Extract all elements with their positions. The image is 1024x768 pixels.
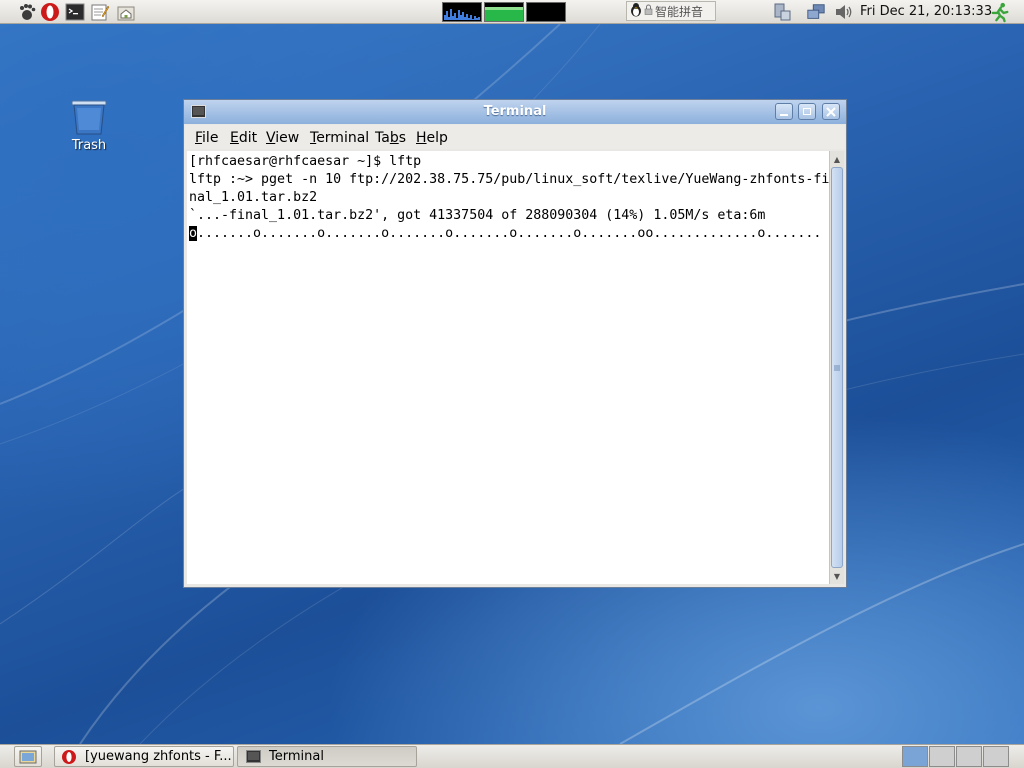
volume-icon[interactable]	[834, 2, 854, 22]
menu-view[interactable]: View	[266, 130, 299, 146]
lock-icon	[644, 4, 653, 18]
maximize-icon	[803, 108, 811, 115]
terminal-line: [rhfcaesar@rhfcaesar ~]$ lftp	[189, 154, 422, 169]
logout-running-man-icon[interactable]	[990, 2, 1010, 23]
grip-icon	[834, 365, 840, 371]
workspace-2[interactable]	[929, 746, 955, 767]
input-method-label: 智能拼音	[655, 4, 704, 19]
foot-menu-icon[interactable]	[17, 2, 37, 22]
workspace-3[interactable]	[956, 746, 982, 767]
taskbar-item-label: [yuewang zhfonts - F...	[85, 749, 232, 764]
taskbar-item-label: Terminal	[269, 749, 324, 764]
bottom-panel: [yuewang zhfonts - F... Terminal	[0, 744, 1024, 768]
terminal-output[interactable]: [rhfcaesar@rhfcaesar ~]$ lftp lftp :~> p…	[187, 151, 829, 584]
progress-dots: .......o.......o.......o.......o.......o…	[197, 226, 822, 241]
close-button[interactable]	[822, 103, 840, 120]
trash-icon	[71, 100, 107, 135]
trash-label: Trash	[71, 138, 107, 153]
show-desktop-icon	[19, 750, 37, 763]
opera-browser-icon[interactable]	[40, 2, 60, 22]
text-cursor: o	[189, 226, 198, 241]
trash-desktop-icon[interactable]: Trash	[64, 98, 114, 153]
close-icon	[826, 106, 836, 117]
minimize-icon	[780, 113, 788, 116]
menu-file[interactable]: File	[195, 130, 218, 146]
window-titlebar[interactable]: Terminal	[184, 100, 846, 124]
terminal-launcher-icon[interactable]	[65, 2, 85, 22]
terminal-line: lftp :~> pget -n 10 ftp://202.38.75.75/p…	[189, 172, 830, 187]
workspace-4[interactable]	[983, 746, 1009, 767]
progress-line: o.......o.......o.......o.......o.......…	[189, 225, 829, 243]
menu-edit[interactable]: Edit	[230, 130, 257, 146]
network-status-icon[interactable]	[806, 2, 826, 22]
minimize-button[interactable]	[775, 103, 793, 120]
window-title: Terminal	[483, 104, 547, 119]
workspace-1[interactable]	[902, 746, 928, 767]
panel-clock[interactable]: Fri Dec 21, 20:13:33	[860, 4, 992, 19]
menu-terminal[interactable]: Terminal	[310, 130, 369, 146]
opera-task-icon	[61, 749, 77, 765]
show-desktop-button[interactable]	[14, 746, 42, 767]
scrollbar-thumb[interactable]	[831, 167, 843, 568]
memory-monitor-icon[interactable]	[484, 2, 524, 22]
menu-help[interactable]: Help	[416, 130, 448, 146]
terminal-line: `...-final_1.01.tar.bz2', got 41337504 o…	[189, 208, 766, 223]
input-method-indicator[interactable]: 智能拼音	[626, 1, 716, 21]
menu-tabs[interactable]: Tabs	[375, 130, 406, 146]
cpu-monitor-icon[interactable]	[442, 2, 482, 22]
menu-bar: File Edit View Terminal Tabs Help	[185, 125, 845, 149]
home-folder-icon[interactable]	[116, 2, 136, 22]
maximize-button[interactable]	[798, 103, 816, 120]
text-editor-icon[interactable]	[90, 2, 110, 22]
terminal-line: nal_1.01.tar.bz2	[189, 190, 318, 205]
top-panel: 智能拼音 Fri Dec 21, 20:13:33	[0, 0, 1024, 24]
network-manager-icon[interactable]	[772, 2, 792, 22]
terminal-window: Terminal File Edit View Terminal Tabs He…	[183, 99, 847, 588]
taskbar-item-terminal[interactable]: Terminal	[237, 746, 417, 767]
terminal-task-icon	[246, 750, 261, 763]
taskbar-item-browser[interactable]: [yuewang zhfonts - F...	[54, 746, 234, 767]
scroll-up-icon[interactable]: ▲	[831, 153, 843, 165]
tux-icon	[630, 2, 642, 20]
scroll-down-icon[interactable]: ▼	[831, 570, 843, 582]
terminal-scrollbar[interactable]: ▲ ▼	[829, 151, 844, 584]
network-monitor-icon[interactable]	[526, 2, 566, 22]
